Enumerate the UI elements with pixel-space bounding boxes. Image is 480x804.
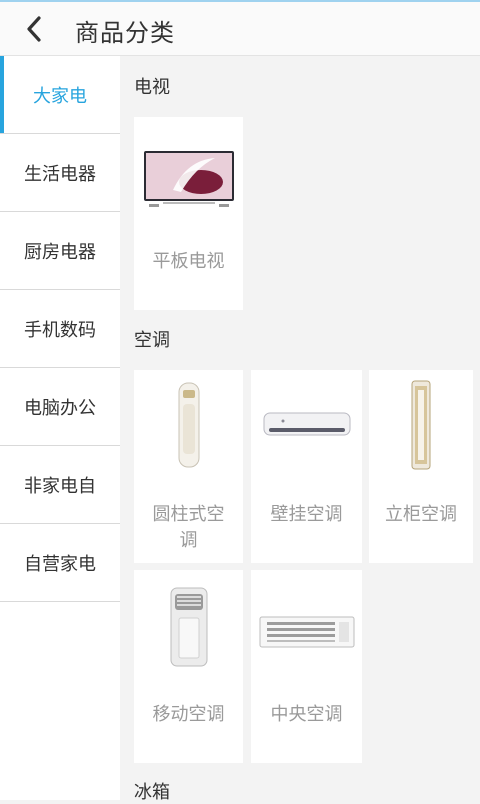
sidebar-item-computers-office[interactable]: 电脑办公 <box>0 368 120 446</box>
sidebar-item-label: 手机数码 <box>24 319 96 341</box>
product-label: 移动空调 <box>152 704 225 725</box>
flat-tv-image <box>144 151 234 207</box>
sidebar-item-small-appliances[interactable]: 生活电器 <box>0 134 120 212</box>
sidebar-item-phones-digital[interactable]: 手机数码 <box>0 290 120 368</box>
product-card-cylinder-ac[interactable]: 圆柱式空调 <box>134 370 243 563</box>
product-label: 壁挂空调 <box>270 504 343 525</box>
portable-ac-image <box>170 587 208 667</box>
category-sidebar: 大家电 生活电器 厨房电器 手机数码 电脑办公 非家电自 自营家电 <box>0 56 120 800</box>
back-arrow-icon[interactable] <box>18 12 52 46</box>
sidebar-item-label: 厨房电器 <box>24 241 96 263</box>
product-card-wall-ac[interactable]: 壁挂空调 <box>251 370 362 563</box>
product-label: 平板电视 <box>152 251 225 272</box>
product-label: 立柜空调 <box>385 504 457 525</box>
product-card-flat-tv[interactable]: 平板电视 <box>134 117 243 310</box>
sidebar-item-non-appliance[interactable]: 非家电自 <box>0 446 120 524</box>
section-title-air-conditioner: 空调 <box>134 330 170 351</box>
sidebar-item-kitchen-appliances[interactable]: 厨房电器 <box>0 212 120 290</box>
product-label: 圆柱式空调 <box>152 504 225 551</box>
page-title: 商品分类 <box>75 19 175 47</box>
product-card-central-ac[interactable]: 中央空调 <box>251 570 362 763</box>
sidebar-item-label: 自营家电 <box>24 553 96 575</box>
sidebar-item-label: 非家电自 <box>24 475 96 497</box>
cylinder-ac-image <box>178 382 200 468</box>
central-ac-image <box>259 616 355 648</box>
sidebar-item-label: 电脑办公 <box>24 397 96 419</box>
sidebar-item-label: 大家电 <box>33 85 87 107</box>
section-title-refrigerator: 冰箱 <box>134 782 170 803</box>
section-title-tv: 电视 <box>134 77 170 98</box>
wall-ac-image <box>263 412 351 436</box>
sidebar-item-self-operated[interactable]: 自营家电 <box>0 524 120 602</box>
cabinet-ac-image <box>411 380 431 470</box>
product-label: 中央空调 <box>270 704 343 725</box>
product-card-portable-ac[interactable]: 移动空调 <box>134 570 243 763</box>
product-card-cabinet-ac[interactable]: 立柜空调 <box>369 370 473 563</box>
sidebar-item-label: 生活电器 <box>24 163 96 185</box>
top-bar: 商品分类 <box>0 0 480 56</box>
sidebar-item-major-appliances[interactable]: 大家电 <box>0 56 120 134</box>
category-content: 电视 平板电视 空调 圆柱式空调 壁挂空调 立柜空调 移动空调 中央空调 冰箱 <box>120 56 480 803</box>
